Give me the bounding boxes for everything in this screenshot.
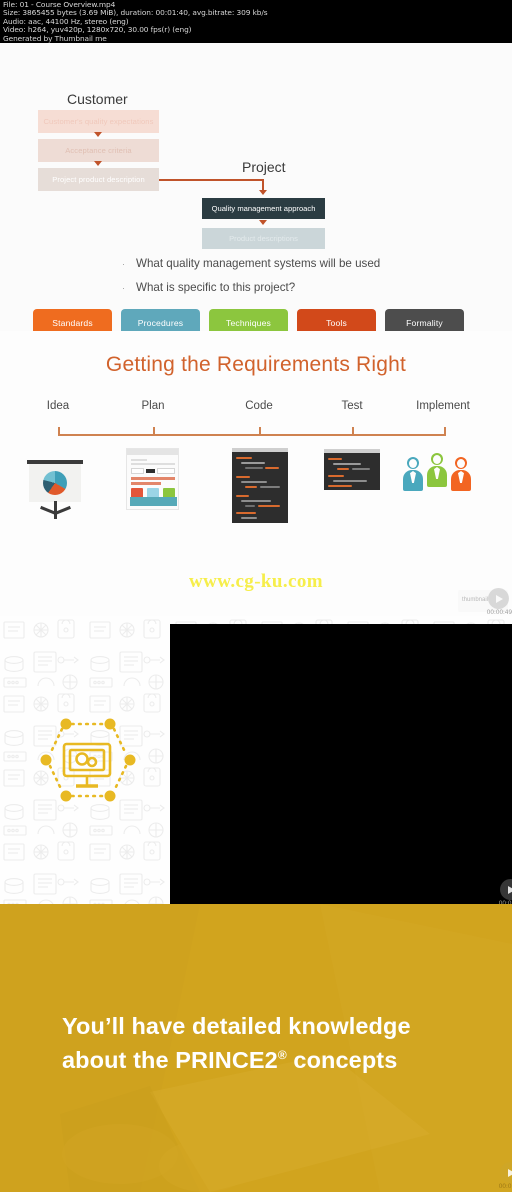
play-circle-icon	[488, 588, 509, 609]
network-monitor-gears-icon	[40, 718, 136, 802]
registered-mark: ®	[277, 1048, 287, 1062]
stage-label-implement: Implement	[416, 400, 470, 412]
stage-label-test: Test	[341, 400, 363, 412]
pill-techniques: Techniques	[209, 309, 288, 331]
heading-line-1: You’ll have detailed knowledge	[62, 1013, 411, 1039]
watermark-word: thumbnail	[474, 1171, 500, 1177]
outcome-heading: You’ll have detailed knowledge about the…	[62, 1012, 462, 1075]
watermark-word: thumbnail	[474, 888, 500, 894]
slide-frame-tech-doodle: thumbnail 00:01:00	[0, 616, 512, 904]
bullet-marker-icon: ·	[122, 283, 125, 293]
bullet-item: · What quality management systems will b…	[122, 257, 380, 270]
timeline-tick	[444, 427, 446, 436]
code-window-icon	[324, 449, 380, 490]
watermark-word: thumbnail	[462, 597, 489, 603]
bullet-text: What quality management systems will be …	[136, 257, 381, 270]
customer-box-product-description: Project product description	[38, 168, 159, 191]
stage-label-plan: Plan	[141, 400, 165, 412]
pill-standards: Standards	[33, 309, 112, 331]
heading-line-2-post: concepts	[286, 1046, 398, 1073]
video-info-header: File: 01 - Course Overview.mp4 Size: 386…	[0, 0, 512, 43]
black-video-frame	[170, 624, 512, 904]
team-people-icon	[403, 453, 483, 491]
customer-box-acceptance-criteria: Acceptance criteria	[38, 139, 159, 162]
site-watermark-url: www.cg-ku.com	[189, 571, 323, 592]
slide-title: Getting the Requirements Right	[105, 353, 407, 376]
timeline-tick	[259, 427, 261, 436]
bullet-text: What is specific to this project?	[136, 281, 296, 294]
code-editor-icon	[232, 448, 288, 523]
quality-aspect-pill-row: Standards Procedures Techniques Tools Fo…	[33, 309, 464, 331]
bullet-item: · What is specific to this project?	[122, 281, 380, 294]
webpage-wireframe-icon	[126, 448, 180, 518]
arrow-down-icon-1	[94, 132, 102, 137]
thumbnail-watermark-4: thumbnail 00:01:24	[470, 1162, 512, 1192]
project-box-quality-management: Quality management approach	[202, 198, 325, 219]
arrow-down-icon-3	[259, 190, 267, 195]
bullet-marker-icon: ·	[122, 259, 125, 269]
slide-frame-prince2-outcome: You’ll have detailed knowledge about the…	[0, 904, 512, 1192]
arrow-down-icon-2	[94, 161, 102, 166]
timeline-tick	[153, 427, 155, 436]
customer-box-expectations: Customer's quality expectations	[38, 110, 159, 133]
watermark-timestamp: 00:00:49	[486, 609, 512, 616]
slide-frame-quality-diagram: Customer Project Customer's quality expe…	[0, 43, 512, 331]
pill-tools: Tools	[297, 309, 376, 331]
gold-background: You’ll have detailed knowledge about the…	[0, 904, 512, 1192]
stage-label-code: Code	[245, 400, 273, 412]
stage-label-idea: Idea	[46, 400, 70, 412]
pill-formality: Formality	[385, 309, 464, 331]
timeline-tick	[58, 427, 60, 436]
timeline-tick	[352, 427, 354, 436]
info-generator-line: Generated by Thumbnail me	[3, 33, 107, 43]
arrow-down-icon-4	[259, 220, 267, 225]
project-label: Project	[242, 159, 286, 175]
customer-label: Customer	[67, 91, 128, 107]
quality-bullet-list: · What quality management systems will b…	[122, 257, 380, 305]
presentation-pie-chart-icon	[27, 457, 83, 519]
video-thumbnail-contact-sheet: File: 01 - Course Overview.mp4 Size: 386…	[0, 0, 512, 1192]
heading-line-2-pre: about the PRINCE2	[62, 1046, 278, 1073]
thumbnail-watermark-3: thumbnail 00:01:00	[470, 879, 512, 904]
slide-frame-requirements-timeline: Getting the Requirements Right Idea Plan…	[0, 331, 512, 616]
project-box-product-descriptions: Product descriptions	[202, 228, 325, 249]
watermark-timestamp: 00:01:24	[498, 1183, 512, 1190]
connector-horizontal	[159, 179, 263, 181]
pill-procedures: Procedures	[121, 309, 200, 331]
timeline-axis	[58, 434, 446, 436]
